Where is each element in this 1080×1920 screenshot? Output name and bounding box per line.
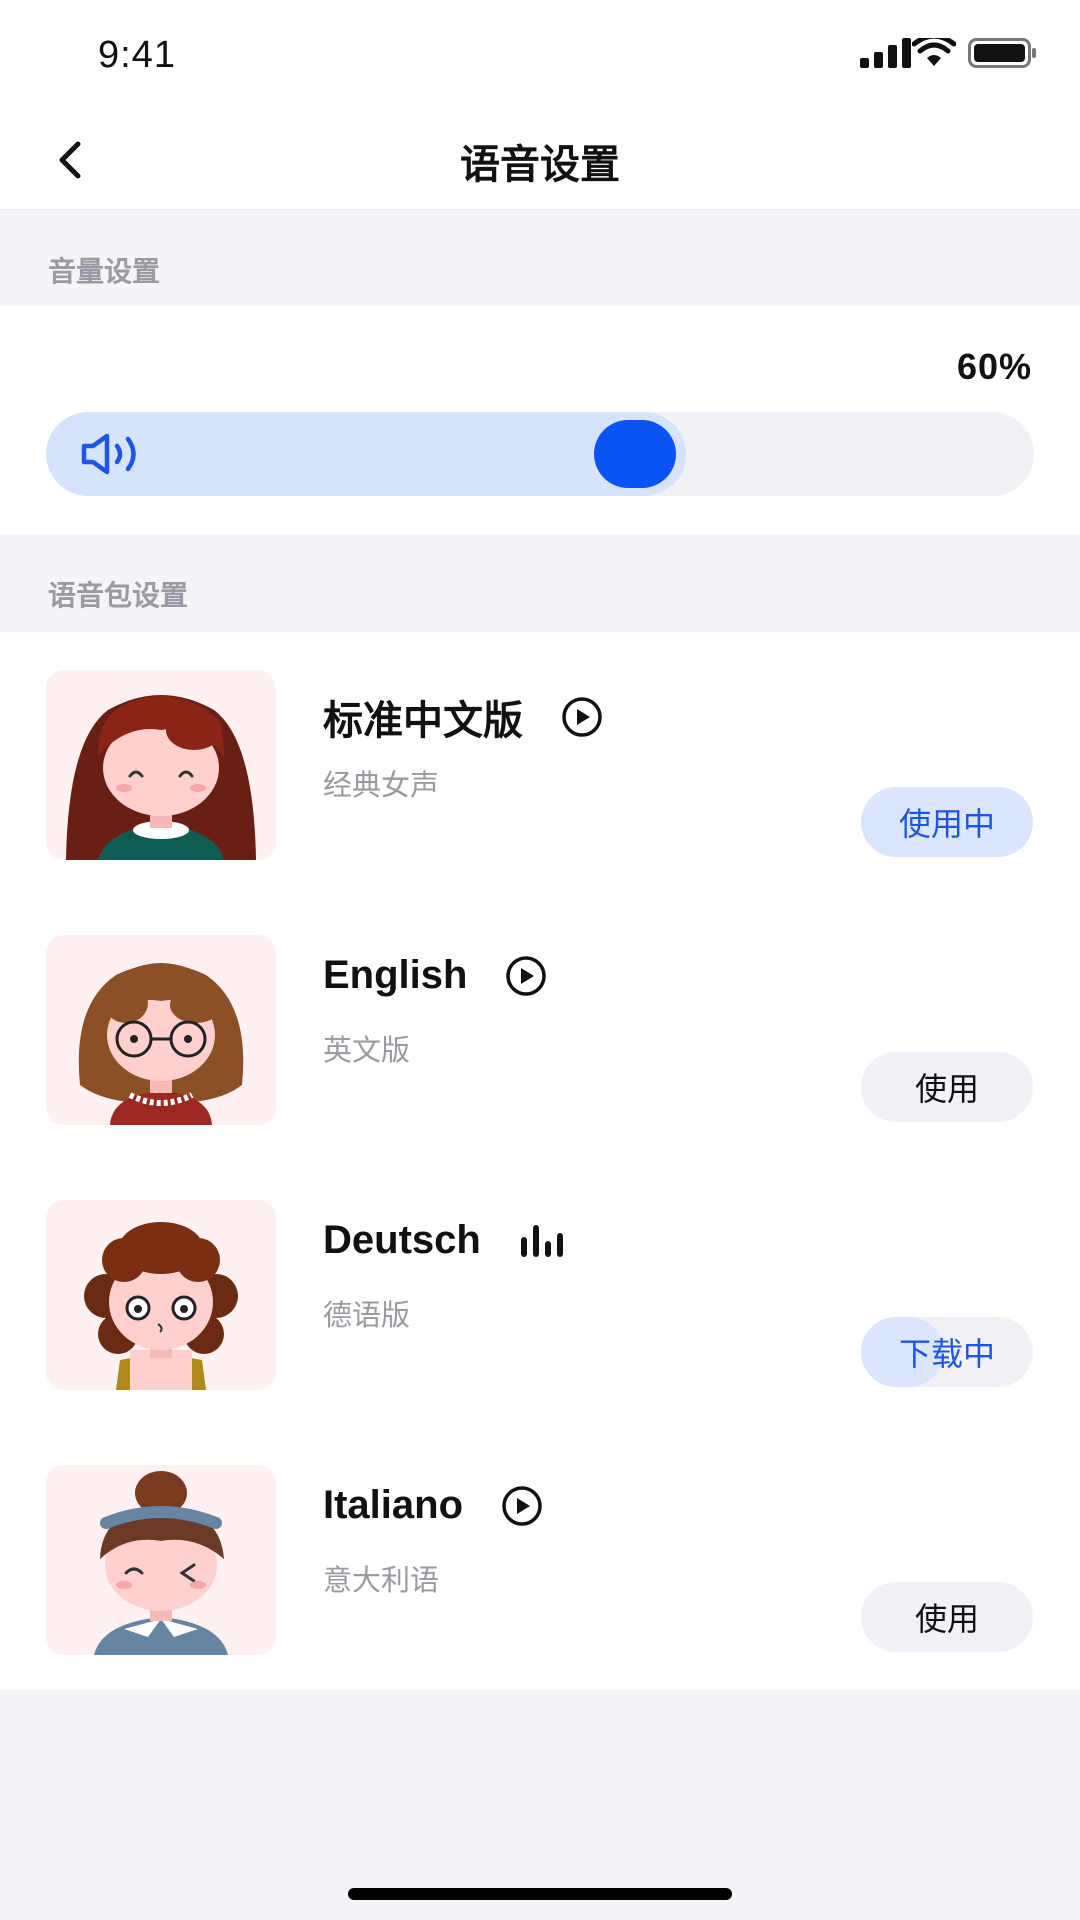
avatar-chinese-voice bbox=[46, 670, 276, 860]
voice-pack-name: Italiano bbox=[323, 1483, 543, 1528]
voice-pack-name: English bbox=[323, 953, 547, 998]
avatar-italian-voice bbox=[46, 1465, 276, 1655]
play-circle-icon[interactable] bbox=[505, 955, 547, 997]
volume-slider[interactable] bbox=[46, 412, 1034, 496]
voice-pack-item: 标准中文版 经典女声 使用中 bbox=[0, 632, 1080, 897]
voice-pack-subtitle: 经典女声 bbox=[323, 768, 440, 802]
volume-section-title: 音量设置 bbox=[48, 255, 161, 288]
signal-icon bbox=[860, 38, 911, 68]
voice-pack-name: Deutsch bbox=[323, 1218, 565, 1263]
volume-percent: 60% bbox=[956, 346, 1032, 387]
status-time: 9:41 bbox=[98, 34, 176, 76]
avatar-english-voice bbox=[46, 935, 276, 1125]
voice-pack-subtitle: 意大利语 bbox=[323, 1563, 440, 1597]
voice-section-title: 语音包设置 bbox=[48, 579, 189, 612]
use-button[interactable]: 使用 bbox=[861, 1052, 1033, 1122]
avatar-german-voice bbox=[46, 1200, 276, 1390]
wifi-icon bbox=[912, 38, 956, 66]
status-bar: 9:41 bbox=[0, 0, 1080, 110]
volume-section-header: 音量设置 bbox=[0, 210, 1080, 306]
voice-pack-list: 标准中文版 经典女声 使用中 English 英文版 使用 Deutsch 德语… bbox=[0, 632, 1080, 1690]
downloading-button[interactable]: 下载中 bbox=[861, 1317, 1033, 1387]
voice-pack-item: English 英文版 使用 bbox=[0, 897, 1080, 1162]
home-indicator bbox=[348, 1888, 732, 1900]
battery-icon bbox=[968, 38, 1036, 68]
voice-section-header: 语音包设置 bbox=[0, 534, 1080, 632]
voice-pack-item: Italiano 意大利语 使用 bbox=[0, 1427, 1080, 1692]
voice-pack-name: 标准中文版 bbox=[323, 688, 603, 746]
use-button[interactable]: 使用 bbox=[861, 1582, 1033, 1652]
volume-slider-thumb[interactable] bbox=[594, 420, 676, 488]
use-button[interactable]: 使用中 bbox=[861, 787, 1033, 857]
play-circle-icon[interactable] bbox=[561, 696, 603, 738]
page-title: 语音设置 bbox=[460, 142, 620, 188]
voice-pack-subtitle: 德语版 bbox=[323, 1298, 411, 1332]
voice-pack-subtitle: 英文版 bbox=[323, 1033, 411, 1067]
play-circle-icon[interactable] bbox=[501, 1485, 543, 1527]
speaker-icon bbox=[81, 433, 136, 475]
volume-panel: 60% bbox=[0, 306, 1080, 534]
voice-pack-item: Deutsch 德语版 下载中 bbox=[0, 1162, 1080, 1427]
nav-bar: 语音设置 bbox=[0, 110, 1080, 210]
audio-bars-icon bbox=[519, 1223, 565, 1259]
